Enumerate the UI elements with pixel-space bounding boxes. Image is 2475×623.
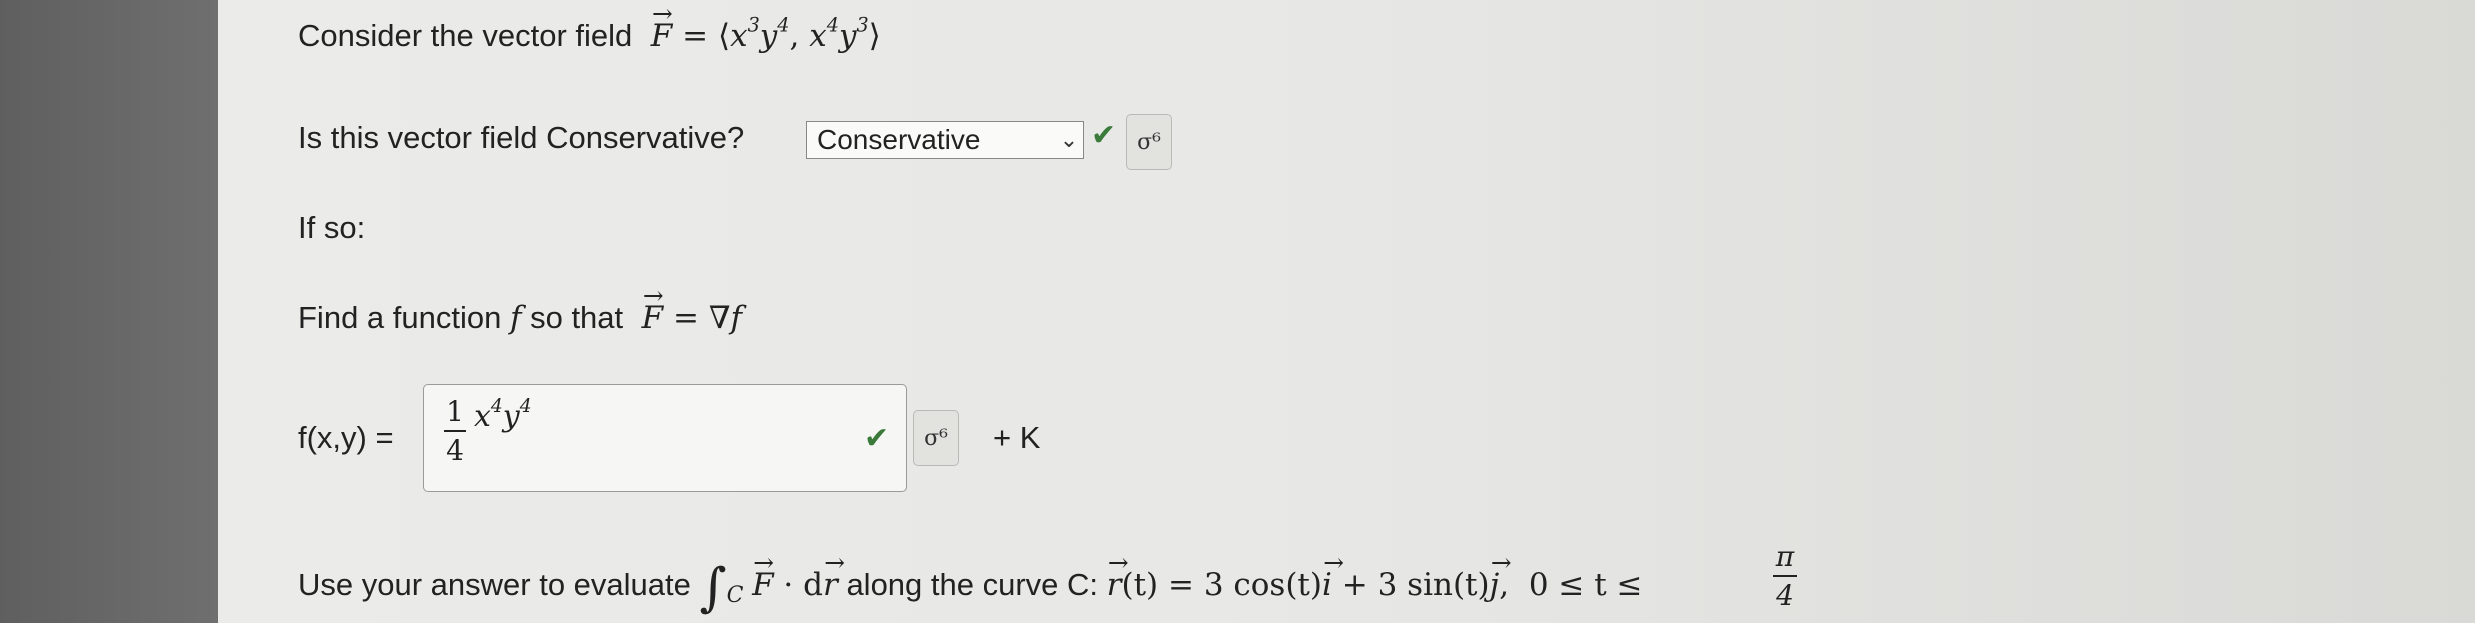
pi-over-four: π 4	[1773, 540, 1797, 612]
left-sidebar	[0, 0, 218, 623]
plus-k-label: + K	[993, 420, 1041, 455]
chevron-down-icon: ⌄	[1059, 127, 1079, 152]
sigma-format-button[interactable]: σ⁶	[1126, 114, 1172, 170]
conservative-prompt: Is this vector field Conservative?	[298, 120, 745, 155]
answer-fraction: 1 4	[444, 395, 466, 467]
fxy-label: f(x,y) =	[298, 420, 394, 455]
function-answer-input[interactable]: 1 4 x4y4 ✔	[423, 384, 907, 492]
if-so-label: If so:	[298, 210, 366, 245]
vector-field-expression: F = ⟨x3y4, x4y3⟩	[641, 0, 881, 54]
integral-sign: ∫	[699, 558, 727, 618]
conservative-dropdown[interactable]: Conservative ⌄	[806, 121, 1084, 159]
sigma-format-button[interactable]: σ⁶	[913, 410, 959, 466]
check-icon: ✔	[864, 422, 890, 455]
evaluate-line: Use your answer to evaluate ∫C F · dr al…	[298, 548, 1643, 618]
answer-expression: x4y4	[474, 396, 532, 434]
check-icon: ✔	[1091, 119, 1117, 152]
dropdown-selected-value: Conservative	[817, 124, 981, 155]
question-content: Consider the vector field F = ⟨x3y4, x4y…	[298, 0, 2475, 623]
intro-line: Consider the vector field F = ⟨x3y4, x4y…	[298, 0, 881, 54]
find-function-line: Find a function f so that F = ∇f	[298, 281, 742, 336]
